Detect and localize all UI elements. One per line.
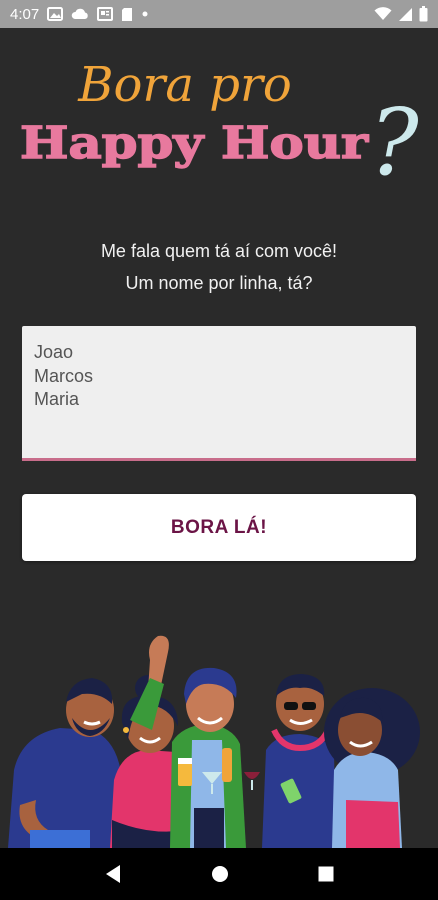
clock: 4:07 (10, 5, 40, 23)
navigation-bar (0, 848, 438, 900)
logo-line-2: Happy Hour (20, 118, 369, 169)
wifi-icon (374, 7, 392, 20)
dot-icon (142, 11, 148, 17)
person-sunglasses-man (262, 674, 336, 848)
logo-question-mark: ? (369, 89, 419, 190)
battery-icon (419, 6, 428, 22)
instruction-text: Me fala quem tá aí com você! Um nome por… (0, 235, 438, 299)
names-input[interactable] (22, 326, 416, 458)
person-bearded-man (8, 678, 122, 848)
logo-line-1: Bora pro (77, 57, 292, 113)
names-field[interactable] (22, 326, 416, 461)
bora-la-button-label: BORA LÁ! (170, 516, 268, 538)
home-icon[interactable] (211, 865, 229, 883)
cloud-icon (71, 8, 88, 19)
instruction-line-2: Um nome por linha, tá? (125, 273, 313, 293)
signal-icon (399, 7, 412, 21)
gallery-icon (47, 7, 64, 21)
recents-icon[interactable] (318, 866, 334, 882)
app-logo: Bora pro Happy Hour ? (0, 50, 438, 196)
bora-la-button[interactable]: BORA LÁ! (22, 494, 416, 561)
news-icon (97, 7, 114, 21)
sd-card-icon (122, 7, 133, 21)
friends-illustration (0, 630, 438, 848)
status-bar: 4:07 (0, 0, 438, 28)
person-woman-bighair (324, 688, 420, 848)
back-icon[interactable] (104, 864, 122, 884)
instruction-line-1: Me fala quem tá aí com você! (100, 241, 338, 261)
